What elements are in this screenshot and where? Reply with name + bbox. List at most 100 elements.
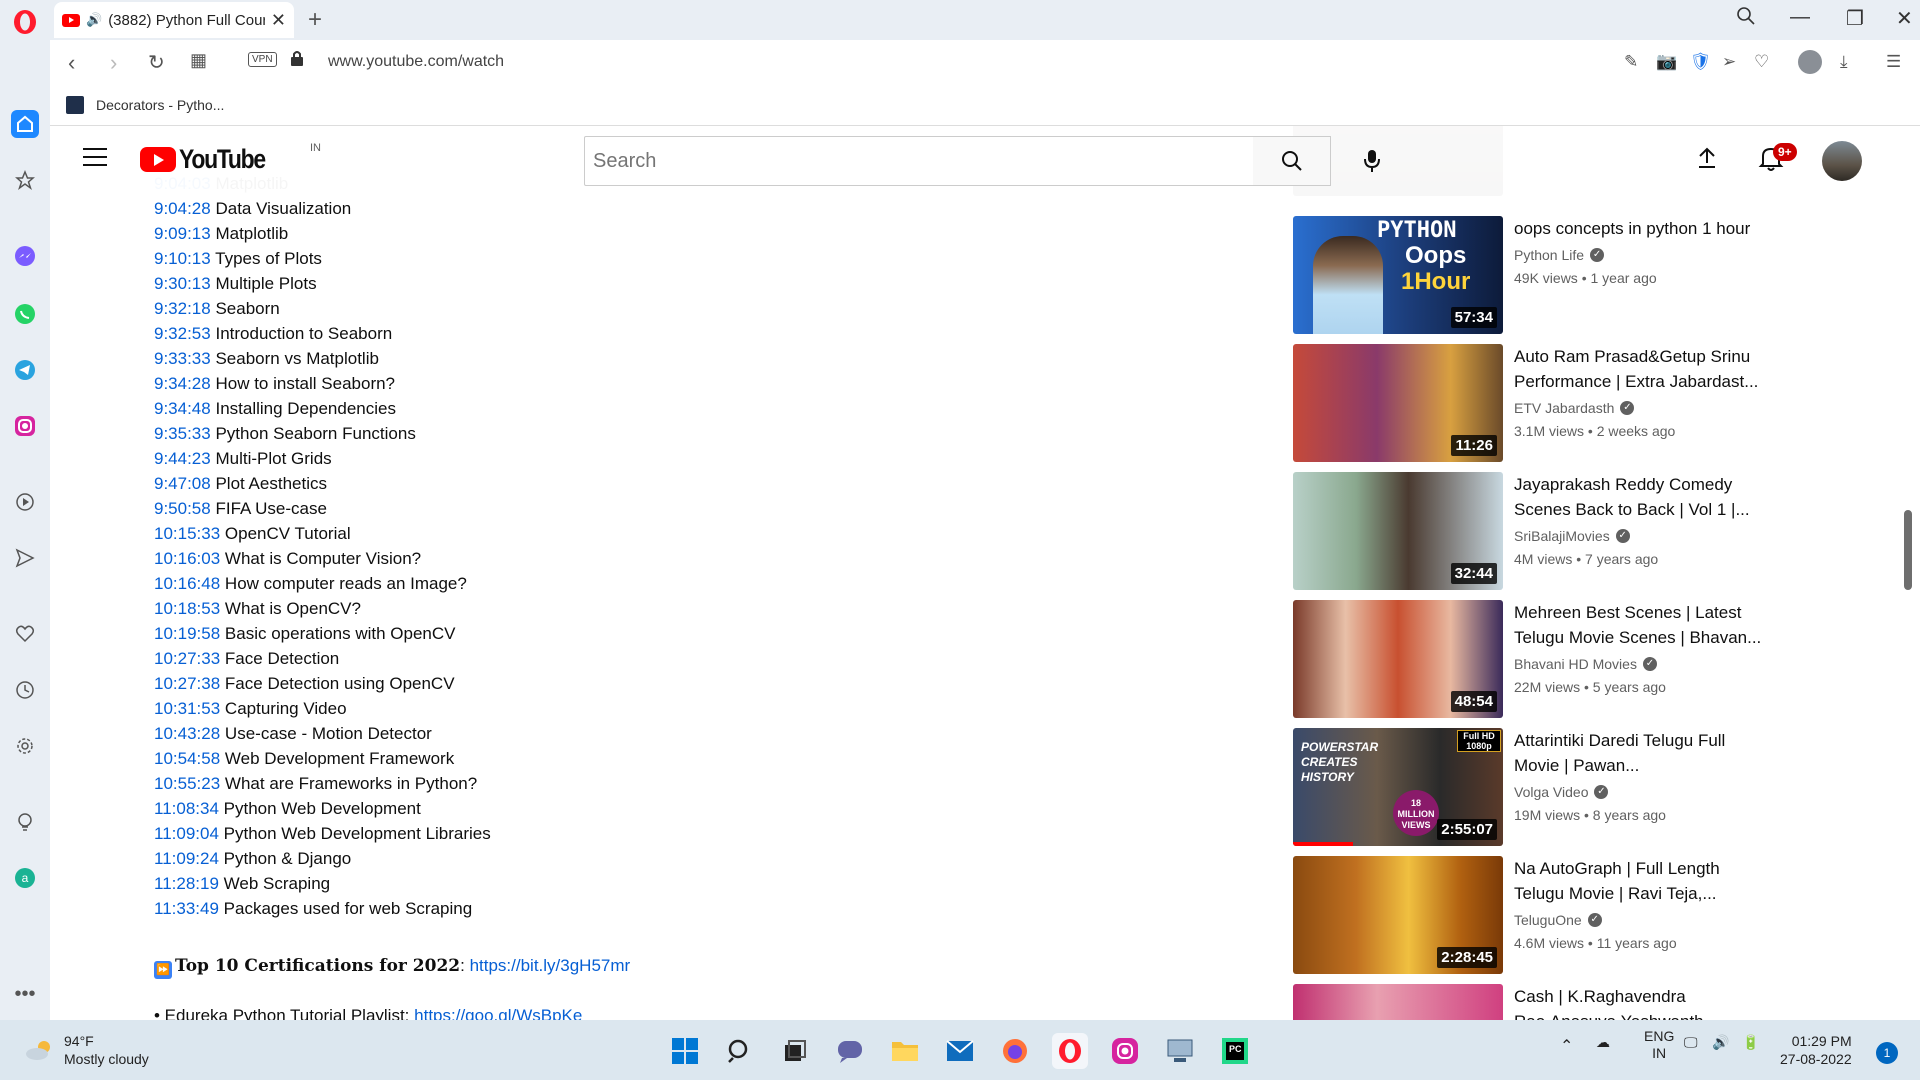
back-icon[interactable]: ‹ — [68, 50, 75, 76]
clock[interactable]: 01:29 PM 27-08-2022 — [1780, 1032, 1852, 1068]
chapter-timestamp-link[interactable]: 9:35:33 — [154, 424, 211, 443]
lightbulb-icon[interactable] — [11, 808, 39, 836]
chapter-timestamp-link[interactable]: 10:19:58 — [154, 624, 220, 643]
chapter-timestamp-link[interactable]: 9:32:18 — [154, 299, 211, 318]
task-view-icon[interactable] — [777, 1033, 813, 1069]
chapter-timestamp-link[interactable]: 9:34:28 — [154, 374, 211, 393]
chapter-timestamp-link[interactable]: 9:32:53 — [154, 324, 211, 343]
shield-check-icon[interactable]: 🛡 — [1690, 52, 1712, 72]
video-thumbnail[interactable]: 32:44 — [1293, 472, 1503, 590]
network-icon[interactable]: 🖵 — [1684, 1034, 1698, 1051]
related-video[interactable]: 48:54 Mehreen Best Scenes | Latest Telug… — [1293, 600, 1813, 720]
chapter-timestamp-link[interactable]: 9:30:13 — [154, 274, 211, 293]
chapter-timestamp-link[interactable]: 10:27:38 — [154, 674, 220, 693]
video-thumbnail[interactable]: 2:28:45 — [1293, 856, 1503, 974]
related-video[interactable]: POWERSTAR CREATES HISTORY Full HD 1080p … — [1293, 728, 1813, 848]
chapter-timestamp-link[interactable]: 9:09:13 — [154, 224, 211, 243]
avatar[interactable] — [1822, 141, 1862, 181]
chapter-timestamp-link[interactable]: 9:47:08 — [154, 474, 211, 493]
video-title[interactable]: Jayaprakash Reddy Comedy Scenes Back to … — [1514, 472, 1774, 522]
start-windows-icon[interactable] — [667, 1033, 703, 1069]
language-indicator[interactable]: ENG IN — [1644, 1028, 1674, 1062]
speaker-icon[interactable]: 🔊 — [86, 12, 102, 28]
video-thumbnail[interactable]: PYTHON Oops 1Hour 57:34 — [1293, 216, 1503, 334]
firefox-icon[interactable] — [997, 1033, 1033, 1069]
flow-send-icon[interactable]: ➢ — [1722, 52, 1736, 72]
channel-name[interactable]: Bhavani HD Movies ✓ — [1514, 656, 1657, 672]
youtube-logo[interactable]: YouTube IN — [140, 142, 321, 175]
chapter-timestamp-link[interactable]: 9:10:13 — [154, 249, 211, 268]
new-tab-button[interactable]: + — [308, 6, 322, 34]
close-window-icon[interactable]: ✕ — [1896, 6, 1913, 31]
chapter-timestamp-link[interactable]: 10:16:03 — [154, 549, 220, 568]
upload-button[interactable] — [1696, 146, 1718, 177]
related-video[interactable]: 2:28:45 Na AutoGraph | Full Length Telug… — [1293, 856, 1813, 976]
weather-widget[interactable]: 94°F Mostly cloudy — [24, 1032, 149, 1068]
reload-icon[interactable]: ↻ — [148, 50, 165, 75]
related-video[interactable]: 11:26 Auto Ram Prasad&Getup Srinu Perfor… — [1293, 344, 1813, 464]
messenger-icon[interactable] — [11, 242, 39, 270]
instagram-icon[interactable] — [11, 412, 39, 440]
video-title[interactable]: Cash | K.Raghavendra Rao,Anasuya,Yashwan… — [1514, 984, 1774, 1020]
search-input[interactable]: Search — [584, 136, 1254, 186]
video-thumbnail[interactable]: 11:26 — [1293, 344, 1503, 462]
forward-icon[interactable]: › — [110, 50, 117, 76]
settings-gear-icon[interactable] — [11, 732, 39, 760]
chapter-timestamp-link[interactable]: 10:15:33 — [154, 524, 220, 543]
aria-icon[interactable]: a — [11, 864, 39, 892]
whatsapp-icon[interactable] — [11, 300, 39, 328]
volume-icon[interactable]: 🔊 — [1712, 1034, 1729, 1051]
lock-icon[interactable] — [290, 50, 304, 71]
video-title[interactable]: Na AutoGraph | Full Length Telugu Movie … — [1514, 856, 1774, 906]
chapter-timestamp-link[interactable]: 9:04:28 — [154, 199, 211, 218]
more-options-icon[interactable]: ••• — [11, 980, 39, 1008]
tabs-grid-icon[interactable]: ▦ — [190, 50, 207, 71]
chapter-timestamp-link[interactable]: 10:27:33 — [154, 649, 220, 668]
chapter-timestamp-link[interactable]: 10:18:53 — [154, 599, 220, 618]
chapter-timestamp-link[interactable]: 9:50:58 — [154, 499, 211, 518]
video-thumbnail[interactable]: 48:54 — [1293, 600, 1503, 718]
channel-name[interactable]: Python Life ✓ — [1514, 247, 1605, 263]
chat-icon[interactable] — [832, 1033, 868, 1069]
player-icon[interactable] — [11, 488, 39, 516]
chapter-timestamp-link[interactable]: 9:33:33 — [154, 349, 211, 368]
chapter-timestamp-link[interactable]: 9:34:48 — [154, 399, 211, 418]
video-thumbnail[interactable]: POWERSTAR CREATES HISTORY Full HD 1080p … — [1293, 728, 1503, 846]
chapter-timestamp-link[interactable]: 10:31:53 — [154, 699, 220, 718]
close-tab-icon[interactable]: ✕ — [271, 10, 286, 31]
chapter-timestamp-link[interactable]: 11:09:24 — [154, 849, 219, 868]
file-explorer-icon[interactable] — [887, 1033, 923, 1069]
chapter-timestamp-link[interactable]: 10:54:58 — [154, 749, 220, 768]
bookmark-item[interactable]: Decorators - Pytho... — [66, 96, 224, 114]
search-tabs-icon[interactable] — [1736, 6, 1756, 32]
video-title[interactable]: Mehreen Best Scenes | Latest Telugu Movi… — [1514, 600, 1774, 650]
playlist-link[interactable]: https://goo.gl/WsBpKe — [414, 1006, 582, 1020]
video-thumbnail[interactable] — [1293, 984, 1503, 1020]
opera-taskbar-icon[interactable] — [1052, 1033, 1088, 1069]
easy-setup-icon[interactable]: ☰ — [1886, 52, 1901, 72]
battery-icon[interactable]: 🔋 — [1742, 1034, 1759, 1051]
voice-search-button[interactable] — [1352, 141, 1392, 181]
network-app-icon[interactable] — [1162, 1033, 1198, 1069]
maximize-icon[interactable]: ❐ — [1846, 6, 1864, 31]
edit-snapshot-icon[interactable]: ✎ — [1624, 52, 1638, 72]
chapter-timestamp-link[interactable]: 10:55:23 — [154, 774, 220, 793]
chevron-up-icon[interactable]: ⌃ — [1560, 1036, 1573, 1056]
opera-logo-icon[interactable] — [11, 8, 39, 36]
chapter-timestamp-link[interactable]: 11:33:49 — [154, 899, 219, 918]
search-button[interactable] — [1253, 136, 1331, 186]
menu-icon[interactable] — [83, 148, 107, 166]
vpn-badge[interactable]: VPN — [248, 52, 277, 67]
certifications-link[interactable]: https://bit.ly/3gH57mr — [470, 956, 631, 975]
scrollbar-thumb[interactable] — [1904, 510, 1912, 590]
pycharm-icon[interactable]: PC — [1217, 1033, 1253, 1069]
bookmark-heart-icon[interactable]: ♡ — [1754, 52, 1769, 72]
related-video[interactable]: Cash | K.Raghavendra Rao,Anasuya,Yashwan… — [1293, 984, 1813, 1020]
channel-name[interactable]: SriBalajiMovies ✓ — [1514, 528, 1630, 544]
notification-count[interactable]: 1 — [1876, 1042, 1898, 1064]
mail-icon[interactable] — [942, 1033, 978, 1069]
video-title[interactable]: oops concepts in python 1 hour — [1514, 216, 1774, 241]
active-tab[interactable]: 🔊 (3882) Python Full Cour ✕ — [54, 2, 294, 38]
onedrive-icon[interactable]: ☁ — [1596, 1034, 1610, 1051]
profile-icon[interactable] — [1798, 50, 1822, 74]
